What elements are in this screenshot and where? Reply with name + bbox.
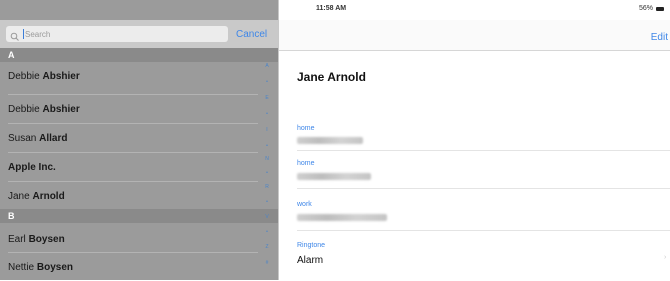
redacted-email-value[interactable] [297, 214, 387, 221]
contact-name: Nettie Boysen [8, 262, 73, 273]
search-input[interactable]: Search [6, 26, 228, 42]
index-dot[interactable]: • [260, 229, 274, 235]
last-name: Abshier [42, 104, 80, 115]
search-placeholder: Search [25, 29, 51, 39]
last-name: Arnold [32, 191, 65, 202]
index-letter[interactable]: N [260, 156, 274, 162]
contacts-list-pane: Search Cancel A Debbie Abshier Debbie Ab… [0, 0, 279, 280]
index-letter[interactable]: I [260, 127, 274, 133]
redacted-phone-value[interactable] [297, 173, 371, 180]
contact-name: Earl Boysen [8, 234, 65, 245]
section-letter: A [8, 50, 15, 60]
first-name: Susan [8, 133, 37, 144]
ringtone-label: Ringtone [297, 242, 326, 249]
field-label-home: home [297, 125, 315, 132]
field-label-work: work [297, 201, 312, 208]
last-name: Boysen [28, 234, 65, 245]
text-caret [23, 29, 24, 39]
field-separator [297, 230, 670, 231]
ringtone-value[interactable]: Alarm [297, 255, 323, 266]
first-name: Debbie [8, 71, 40, 82]
contact-name: Jane Arnold [8, 191, 65, 202]
last-name: Boysen [36, 262, 74, 273]
status-time: 11:58 AM [316, 5, 347, 12]
contact-company: Apple Inc. [8, 162, 56, 173]
section-index-strip[interactable]: A • E • I • N • R • V • Z # [260, 0, 274, 280]
index-dot[interactable]: • [260, 199, 274, 205]
section-header-a: A [0, 48, 278, 62]
index-dot[interactable]: • [260, 79, 274, 85]
index-letter[interactable]: Z [260, 244, 274, 250]
list-item[interactable]: Susan Allard [0, 124, 258, 152]
list-item[interactable]: Earl Boysen [0, 225, 258, 253]
first-name: Jane [8, 191, 30, 202]
last-name: Abshier [42, 71, 80, 82]
contact-name: Debbie Abshier [8, 104, 80, 115]
first-name: Debbie [8, 104, 40, 115]
contact-name: Debbie Abshier [8, 71, 80, 82]
section-header-b: B [0, 209, 278, 223]
index-dot[interactable]: • [260, 170, 274, 176]
index-dot[interactable]: • [260, 143, 274, 149]
redacted-phone-value[interactable] [297, 137, 363, 144]
first-name: Nettie [8, 262, 35, 273]
list-item[interactable]: Debbie Abshier [0, 62, 258, 90]
index-letter[interactable]: # [260, 260, 274, 266]
field-label-home: home [297, 160, 315, 167]
field-separator [297, 188, 670, 189]
search-bar: Search Cancel [0, 20, 278, 48]
section-letter: B [8, 211, 15, 221]
index-letter[interactable]: R [260, 184, 274, 190]
battery-icon [656, 6, 664, 11]
search-icon [10, 29, 20, 41]
list-item[interactable]: Jane Arnold [0, 182, 258, 210]
index-letter[interactable]: E [260, 95, 274, 101]
battery-percent: 56% [638, 5, 653, 12]
index-dot[interactable]: • [260, 111, 274, 117]
last-name: Allard [39, 133, 68, 144]
index-letter[interactable]: A [260, 63, 274, 69]
list-item[interactable]: Nettie Boysen [0, 253, 258, 281]
first-name: Earl [8, 234, 26, 245]
list-item[interactable]: Apple Inc. [0, 153, 258, 181]
detail-nav-bar: Edit [279, 20, 670, 51]
index-letter[interactable]: V [260, 214, 274, 220]
edit-button[interactable]: Edit [651, 32, 668, 43]
list-item[interactable]: Debbie Abshier [0, 95, 258, 123]
status-right: 56% [639, 5, 664, 12]
field-separator [297, 150, 670, 151]
chevron-right-icon: › [664, 254, 667, 261]
contact-name: Susan Allard [8, 133, 67, 144]
contact-detail-name: Jane Arnold [297, 70, 366, 84]
